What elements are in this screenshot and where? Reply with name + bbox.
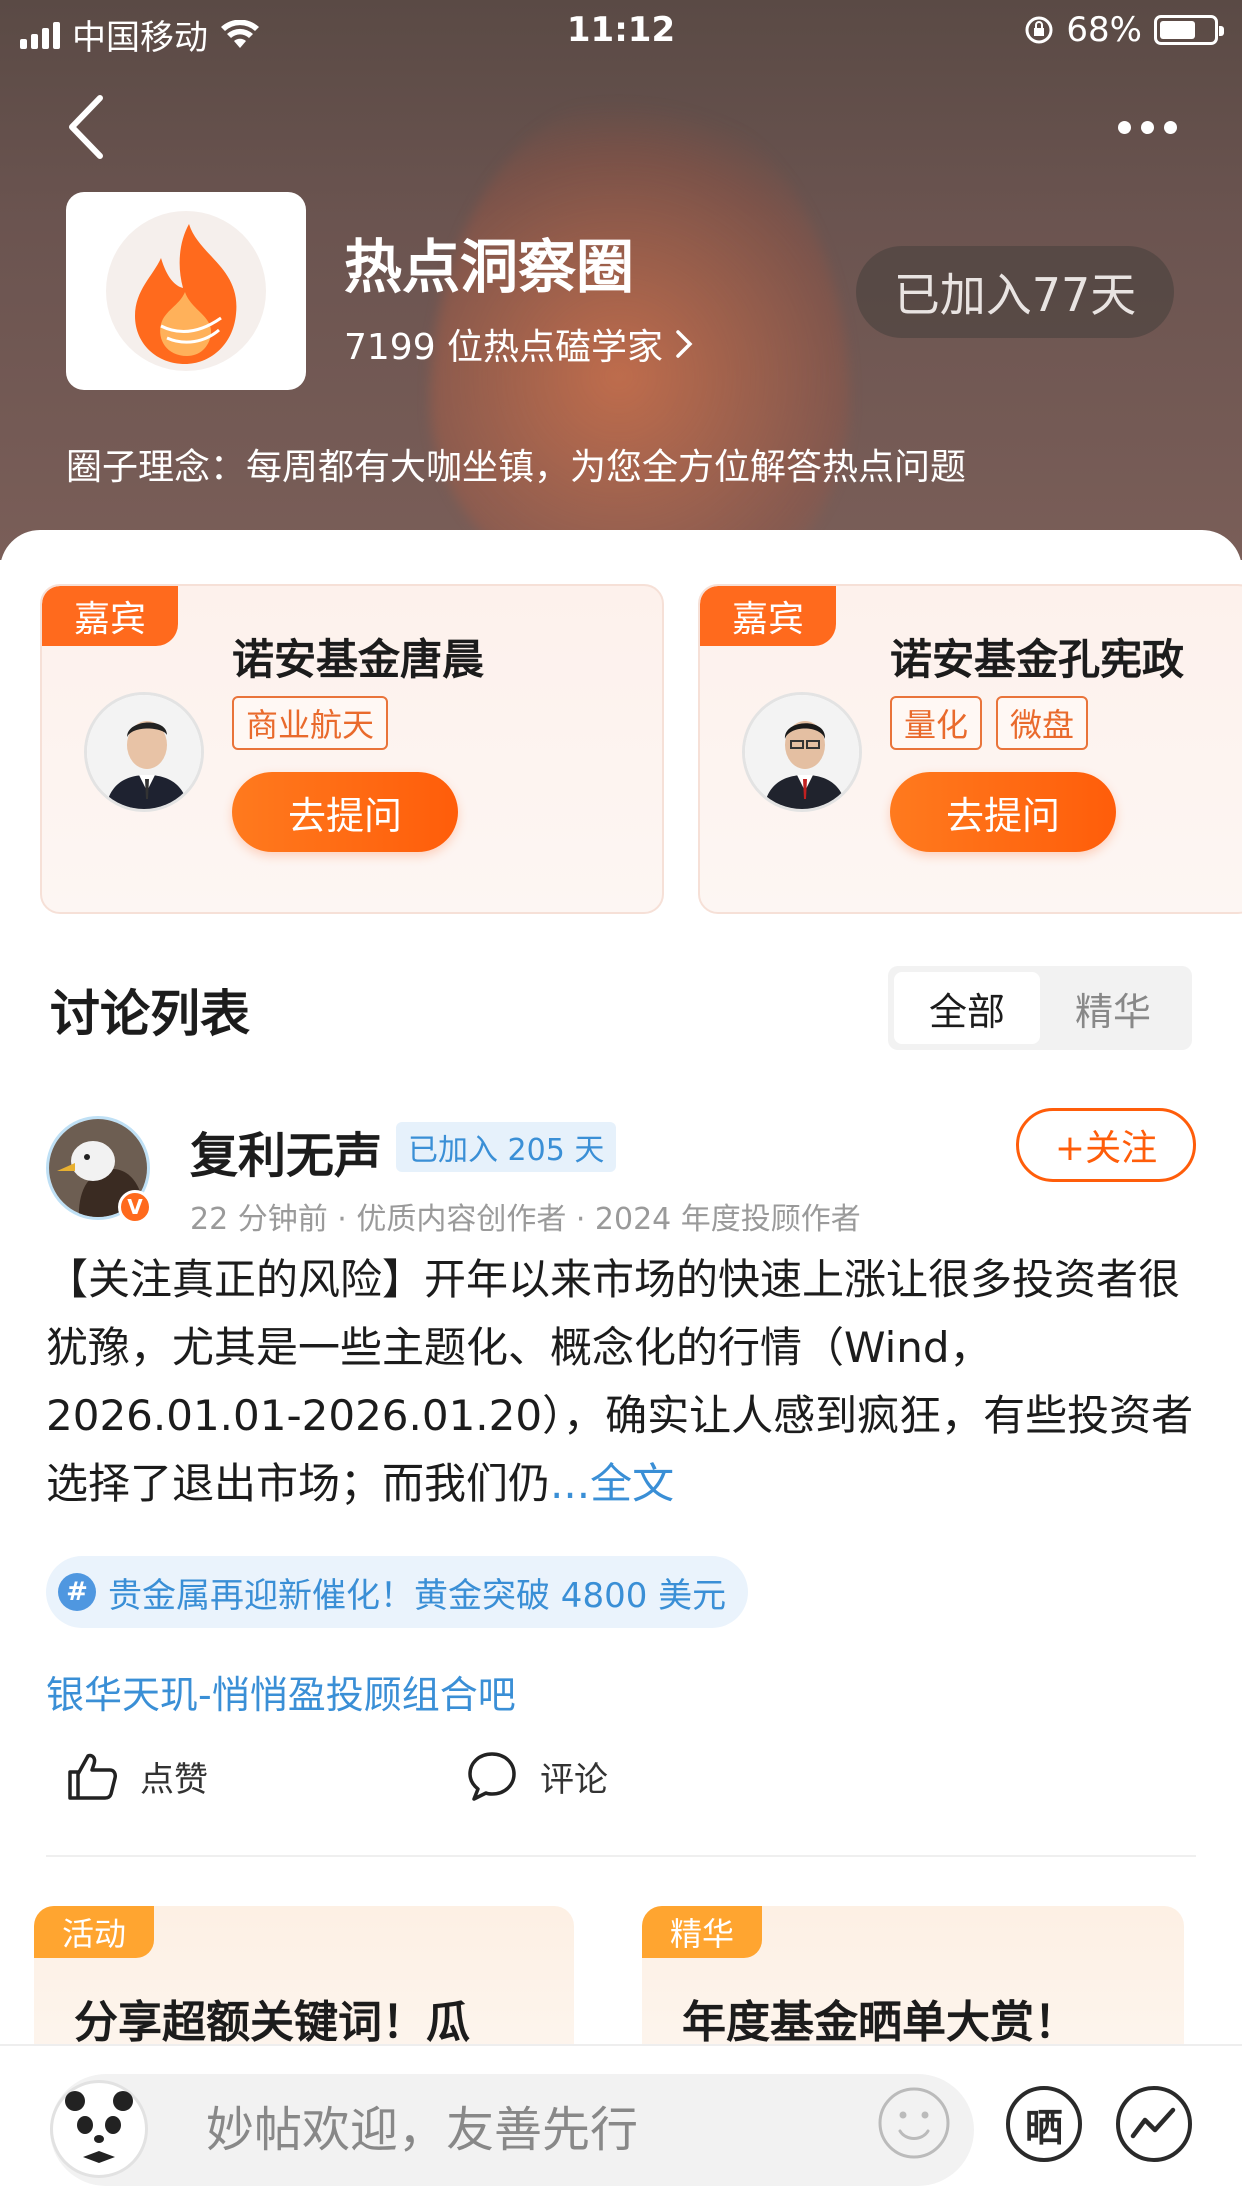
topic-chip[interactable]: 微盘 [996,696,1089,750]
circle-logo [66,192,306,390]
discussion-filter: 全部 精华 [888,966,1192,1050]
tab-all[interactable]: 全部 [894,972,1040,1044]
comment-icon [468,1752,516,1801]
guest-tag: 嘉宾 [42,586,178,646]
post-author[interactable]: 复利无声 [190,1116,382,1186]
portfolio-link[interactable]: 银华天玑-悄悄盈投顾组合吧 [46,1664,516,1719]
guest-card[interactable]: 嘉宾 诺安基金唐晨 商业航天 去提问 [40,584,664,914]
guest-name: 诺安基金孔宪政 [890,635,1185,684]
promo-title: 分享超额关键词！瓜 [74,1997,470,2048]
thumbs-up-icon [68,1753,117,1800]
more-options-button[interactable] [1118,112,1188,142]
topic-chip[interactable]: 量化 [890,696,983,750]
promo-tag: 活动 [34,1906,154,1958]
battery-icon [1154,15,1224,45]
ask-question-button[interactable]: 去提问 [890,772,1116,852]
guest-name: 诺安基金唐晨 [232,635,485,684]
panda-avatar-icon[interactable] [50,2080,148,2178]
comment-input[interactable] [204,2094,844,2166]
status-bar: 中国移动 11:12 68% [0,0,1242,62]
topic-chip[interactable]: 商业航天 [232,696,389,750]
circle-motto: 圈子理念：每周都有大咖坐镇，为您全方位解答热点问题 [66,447,967,488]
promo-tag: 精华 [642,1906,762,1958]
follow-button[interactable]: +关注 [1016,1108,1196,1182]
read-more-link[interactable]: ...全文 [550,1459,674,1508]
avatar[interactable] [84,692,204,812]
divider [46,1855,1196,1857]
joined-days-badge[interactable]: 已加入77天 [856,246,1174,338]
share-holdings-button[interactable]: 晒 [1006,2086,1082,2162]
promo-card-featured[interactable]: 精华 年度基金晒单大赏！ [642,1906,1184,2066]
promo-title: 年度基金晒单大赏！ [682,1997,1078,2048]
trend-button[interactable] [1116,2086,1192,2162]
avatar[interactable] [742,692,862,812]
ask-question-button[interactable]: 去提问 [232,772,458,852]
comment-label: 评论 [540,1759,608,1800]
comment-button[interactable]: 评论 [464,1748,608,1804]
discussion-title: 讨论列表 [50,985,250,1043]
members-count: 7199 位热点磕学家 [344,327,664,368]
topic-tag[interactable]: # 贵金属再迎新催化！黄金突破 4800 美元 [46,1556,749,1628]
like-button[interactable]: 点赞 [64,1748,208,1804]
tab-featured[interactable]: 精华 [1040,972,1186,1044]
members-link[interactable]: 7199 位热点磕学家 [344,318,693,370]
promo-card-activity[interactable]: 活动 分享超额关键词！瓜 [34,1906,574,2066]
circle-title: 热点洞察圈 [344,233,635,301]
post-joined-badge: 已加入 205 天 [396,1122,617,1172]
circle-content: 嘉宾 诺安基金唐晨 商业航天 去提问 嘉宾 诺安基金孔宪政 量化 微盘 去提问 … [0,530,1242,2066]
chevron-left-icon [69,95,103,159]
topic-tag-label: 贵金属再迎新催化！黄金突破 4800 美元 [108,1575,727,1616]
guest-portrait-icon [87,695,201,809]
rotation-lock-icon [1025,16,1053,44]
guest-portrait-icon [745,695,859,809]
post-meta: 22 分钟前 · 优质内容创作者 · 2024 年度投顾作者 [190,1202,861,1237]
battery-percent: 68% [1066,10,1142,50]
circle-header: 中国移动 11:12 68% 热点洞察圈 7199 位热点磕学家 已加入77天 … [0,0,1242,560]
hashtag-icon: # [58,1573,96,1611]
guest-card[interactable]: 嘉宾 诺安基金孔宪政 量化 微盘 去提问 [698,584,1242,914]
post-body[interactable]: 【关注真正的风险】开年以来市场的快速上涨让很多投资者很犹豫，尤其是一些主题化、概… [46,1246,1196,1518]
comment-input-pill[interactable] [50,2074,974,2186]
chart-trend-icon [1130,2107,1176,2139]
flame-icon [106,211,266,371]
more-dot-icon [1118,120,1131,134]
chevron-right-icon [676,330,693,358]
emoji-button[interactable] [876,2085,952,2161]
verified-badge-icon: V [118,1190,152,1224]
guest-tag: 嘉宾 [700,586,836,646]
back-button[interactable] [62,92,112,162]
smile-icon [878,2087,950,2159]
like-label: 点赞 [140,1759,208,1800]
